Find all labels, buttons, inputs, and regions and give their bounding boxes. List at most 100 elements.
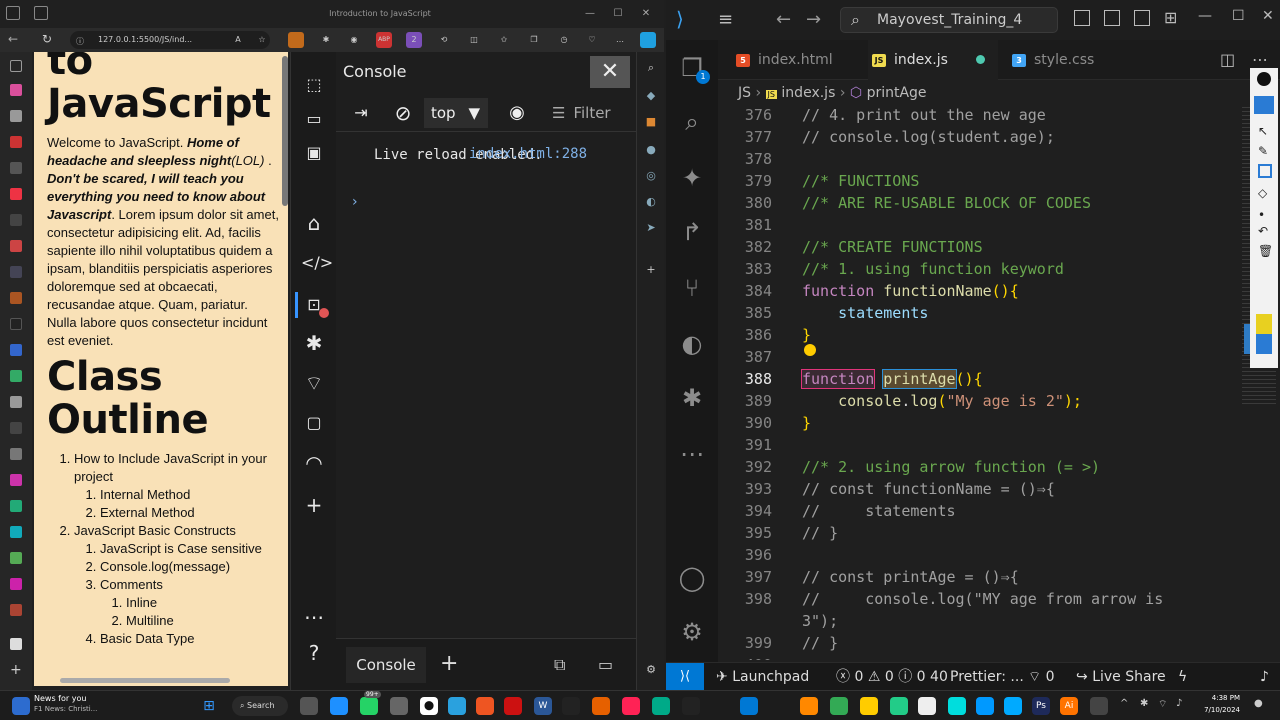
panel-layout-icon[interactable]: ▣ — [301, 140, 327, 166]
dock-icon[interactable]: ⧉ — [554, 655, 565, 675]
favorite-star-icon[interactable]: ☆ — [254, 32, 270, 48]
site-info-icon[interactable]: ⓘ — [76, 36, 84, 47]
back-icon[interactable]: ← — [8, 32, 18, 46]
split-screen-icon[interactable]: ◫ — [466, 32, 482, 48]
app-icon[interactable] — [562, 697, 580, 715]
application-icon[interactable]: ▢ — [301, 410, 327, 436]
annotation-color-yellow[interactable] — [1256, 314, 1272, 334]
extension-gear-icon[interactable]: ✱ — [318, 32, 334, 48]
back-arrow-icon[interactable]: ← — [776, 9, 791, 30]
favorites-icon[interactable]: ✩ — [496, 32, 512, 48]
performance-gauge-icon[interactable]: ◠ — [301, 450, 327, 476]
brave-icon[interactable] — [622, 697, 640, 715]
annotation-dot-icon[interactable]: • — [1258, 208, 1265, 222]
annotation-color-blue[interactable] — [1256, 334, 1272, 354]
whatsapp-icon[interactable] — [360, 697, 378, 715]
app-icon[interactable] — [890, 697, 908, 715]
settings-gear-icon[interactable]: ⚙ — [645, 664, 657, 676]
close-icon[interactable]: ✕ — [590, 56, 630, 88]
maps-pin-icon[interactable]: ⬤ — [420, 697, 438, 715]
annotation-rectangle-icon[interactable] — [1258, 164, 1272, 178]
live-share-item[interactable]: ↪ Live Share — [1076, 663, 1166, 691]
source-control-share-icon[interactable]: ↱ — [678, 218, 706, 246]
more-actions-icon[interactable]: ⋯ — [1252, 50, 1268, 69]
inspect-icon[interactable]: ⬚ — [301, 72, 327, 98]
sidebar-app-icon[interactable] — [10, 604, 22, 616]
app-icon[interactable] — [918, 697, 936, 715]
sidebar-app-icon[interactable]: ◎ — [645, 170, 657, 182]
annotation-eraser-icon[interactable]: ◇ — [1258, 186, 1267, 200]
run-debug-icon[interactable]: ◐ — [678, 330, 706, 358]
history-icon[interactable]: ◷ — [556, 32, 572, 48]
ports-item[interactable]: ⌔ 0 — [1028, 663, 1055, 691]
sidebar-app-icon[interactable] — [10, 292, 22, 304]
firefox-icon[interactable] — [592, 697, 610, 715]
opera-icon[interactable] — [504, 697, 522, 715]
vscode-blue-icon[interactable] — [740, 697, 758, 715]
file-explorer-icon[interactable] — [860, 697, 878, 715]
notifications-icon[interactable]: ● — [1254, 698, 1263, 709]
sidebar-toggle-icon[interactable]: ⇥ — [348, 100, 374, 126]
sidebar-app-icon[interactable] — [10, 318, 22, 330]
sidebar-app-icon[interactable]: ◆ — [645, 90, 657, 102]
taskbar-search[interactable]: ⌕ Search — [232, 696, 288, 716]
search-icon[interactable]: ⌕ — [645, 62, 657, 74]
adblock-icon[interactable]: ABP — [376, 32, 392, 48]
minimize-icon[interactable]: — — [1198, 8, 1212, 24]
collections-icon[interactable]: ❐ — [526, 32, 542, 48]
help-icon[interactable]: ? — [301, 640, 327, 666]
photoshop-icon[interactable]: Ps — [1032, 697, 1050, 715]
undock-icon[interactable]: ▭ — [598, 655, 613, 674]
copilot-sparkle-icon[interactable]: ✦ — [678, 164, 706, 192]
notifications-bell-icon[interactable]: ♪ — [1260, 663, 1269, 691]
account-icon[interactable]: ◯ — [678, 564, 706, 592]
source-control-icon[interactable]: ⑂ — [678, 274, 706, 302]
lightbulb-icon[interactable] — [804, 344, 816, 356]
sidebar-app-icon[interactable] — [10, 474, 22, 486]
more-icon[interactable]: ⋯ — [301, 604, 327, 630]
forward-arrow-icon[interactable]: → — [806, 9, 821, 30]
problems-item[interactable]: ⓧ 0 ⚠ 0 ⓘ 0 40 — [836, 663, 948, 691]
task-view-icon[interactable] — [300, 697, 318, 715]
annotation-cursor-icon[interactable]: ↖ — [1258, 124, 1268, 138]
app-icon[interactable] — [1090, 697, 1108, 715]
refresh-icon[interactable]: ↻ — [42, 32, 52, 46]
breadcrumb-folder[interactable]: JS — [738, 85, 751, 101]
annotation-undo-icon[interactable]: ↶ — [1258, 224, 1268, 238]
maximize-icon[interactable]: ☐ — [608, 4, 628, 24]
close-icon[interactable]: ✕ — [636, 4, 656, 24]
news-subtitle[interactable]: F1 News: Christi... — [34, 705, 97, 713]
customize-layout-icon[interactable]: ⊞ — [1164, 8, 1177, 27]
breadcrumb-file[interactable]: index.js — [781, 85, 835, 101]
tray-bluetooth-icon[interactable]: ✱ — [1140, 698, 1148, 709]
extension-circle-icon[interactable]: ◉ — [346, 32, 362, 48]
tab-actions-icon[interactable] — [6, 6, 20, 20]
tab-console[interactable]: Console — [346, 647, 426, 683]
toggle-secondary-sidebar-icon[interactable] — [1134, 10, 1150, 26]
tab-style-css[interactable]: 3 style.css — [1008, 40, 1128, 80]
split-editor-icon[interactable]: ◫ — [1220, 50, 1235, 69]
maximize-icon[interactable]: ☐ — [1232, 8, 1245, 24]
toggle-panel-icon[interactable] — [1104, 10, 1120, 26]
sidebar-app-icon[interactable] — [10, 110, 22, 122]
filter-input[interactable]: ☰ Filter — [552, 100, 632, 126]
sidebar-app-icon[interactable] — [10, 344, 22, 356]
remote-indicator-icon[interactable]: ⟩⟨ — [666, 663, 704, 691]
sidebar-app-icon[interactable] — [10, 84, 22, 96]
sidebar-app-icon[interactable] — [10, 162, 22, 174]
annotation-pen-icon[interactable]: ✎ — [1258, 144, 1268, 158]
page-scrollbar[interactable] — [282, 56, 288, 206]
context-select[interactable]: top ▼ — [424, 98, 488, 128]
sidebar-app-icon[interactable] — [10, 188, 22, 200]
copilot-icon[interactable] — [640, 32, 656, 48]
powerpoint-icon[interactable] — [476, 697, 494, 715]
clear-console-icon[interactable]: ⊘ — [390, 100, 416, 126]
sidebar-app-icon[interactable] — [10, 638, 22, 650]
sidebar-app-icon[interactable] — [10, 448, 22, 460]
paint-icon[interactable] — [800, 697, 818, 715]
sidebar-app-icon[interactable] — [10, 370, 22, 382]
extension-badge-icon[interactable]: 2 — [406, 32, 422, 48]
sidebar-app-icon[interactable] — [10, 526, 22, 538]
command-center-search[interactable]: ⌕ Mayovest_Training_4 — [840, 7, 1058, 33]
sidebar-app-icon[interactable] — [10, 578, 22, 590]
